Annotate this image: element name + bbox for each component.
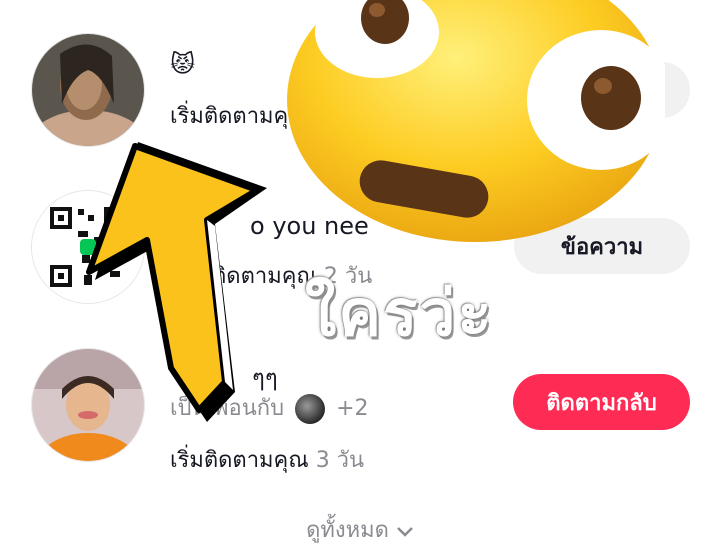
flushed-face-emoji xyxy=(285,0,675,245)
timestamp: 3 วัน xyxy=(315,448,365,473)
chevron-down-icon xyxy=(396,519,414,544)
action-text: เริ่มติดตามคุณ xyxy=(170,448,309,473)
user-name[interactable]: 😾 xyxy=(170,50,195,78)
mutual-friend-avatar xyxy=(295,394,326,424)
see-all-label: ดูทั้งหมด xyxy=(306,518,389,543)
see-all-link[interactable]: ดูทั้งหมด xyxy=(0,512,720,547)
follow-back-button[interactable]: ติดตามกลับ xyxy=(513,374,690,430)
notification-text: เริ่มติดตามคุณ 3 วัน xyxy=(170,442,364,477)
avatar[interactable] xyxy=(31,33,145,147)
mutual-count: +2 xyxy=(336,396,369,421)
yellow-arrow-up-left xyxy=(75,140,275,430)
overlay-caption: ใครว่ะ xyxy=(305,277,494,351)
